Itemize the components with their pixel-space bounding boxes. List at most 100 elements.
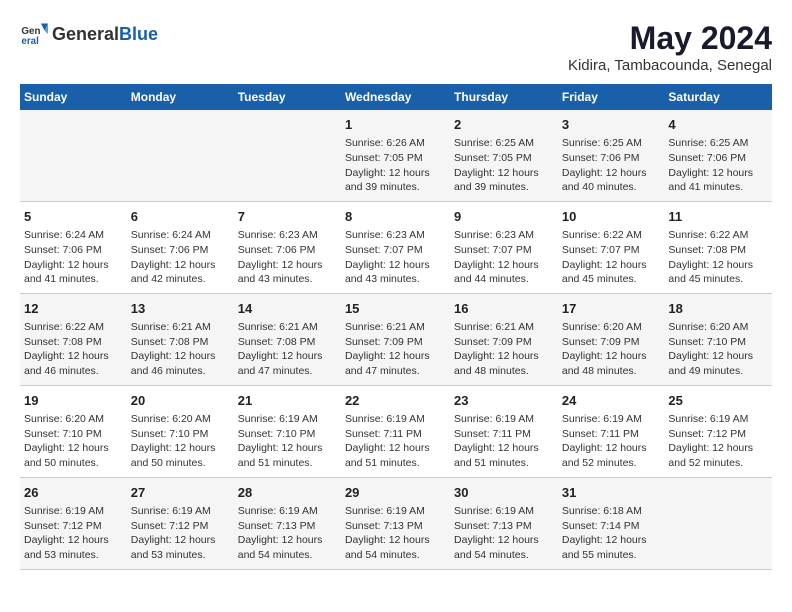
day-info-text: and 41 minutes. bbox=[24, 272, 123, 287]
day-info-text: Daylight: 12 hours bbox=[454, 349, 554, 364]
day-info-text: Sunrise: 6:20 AM bbox=[668, 320, 768, 335]
day-number: 20 bbox=[131, 392, 230, 410]
day-info-text: Sunrise: 6:23 AM bbox=[238, 228, 337, 243]
day-number: 19 bbox=[24, 392, 123, 410]
day-info-text: and 50 minutes. bbox=[24, 456, 123, 471]
day-info-text: Sunset: 7:13 PM bbox=[345, 519, 446, 534]
day-info-text: and 48 minutes. bbox=[454, 364, 554, 379]
day-info-text: Sunset: 7:07 PM bbox=[454, 243, 554, 258]
calendar-cell bbox=[20, 110, 127, 201]
day-info-text: Sunset: 7:09 PM bbox=[454, 335, 554, 350]
day-info-text: Sunrise: 6:19 AM bbox=[24, 504, 123, 519]
day-info-text: Daylight: 12 hours bbox=[562, 533, 661, 548]
day-info-text: Daylight: 12 hours bbox=[238, 441, 337, 456]
day-number: 17 bbox=[562, 300, 661, 318]
header-cell-saturday: Saturday bbox=[664, 84, 772, 110]
calendar-cell bbox=[664, 477, 772, 569]
day-info-text: and 54 minutes. bbox=[238, 548, 337, 563]
day-info-text: Sunset: 7:08 PM bbox=[668, 243, 768, 258]
day-info-text: Daylight: 12 hours bbox=[454, 533, 554, 548]
day-info-text: and 54 minutes. bbox=[345, 548, 446, 563]
day-info-text: Sunrise: 6:25 AM bbox=[562, 136, 661, 151]
logo-text-general: General bbox=[52, 24, 119, 44]
day-info-text: Sunrise: 6:20 AM bbox=[24, 412, 123, 427]
header-cell-thursday: Thursday bbox=[450, 84, 558, 110]
day-number: 12 bbox=[24, 300, 123, 318]
day-info-text: Sunrise: 6:22 AM bbox=[668, 228, 768, 243]
day-info-text: Sunset: 7:10 PM bbox=[238, 427, 337, 442]
day-number: 5 bbox=[24, 208, 123, 226]
day-info-text: Daylight: 12 hours bbox=[562, 166, 661, 181]
day-info-text: Sunrise: 6:20 AM bbox=[131, 412, 230, 427]
main-title: May 2024 bbox=[568, 20, 772, 57]
day-info-text: Sunrise: 6:19 AM bbox=[238, 504, 337, 519]
day-info-text: and 51 minutes. bbox=[454, 456, 554, 471]
day-number: 25 bbox=[668, 392, 768, 410]
calendar-cell: 9Sunrise: 6:23 AMSunset: 7:07 PMDaylight… bbox=[450, 201, 558, 293]
day-info-text: and 53 minutes. bbox=[24, 548, 123, 563]
day-info-text: Sunrise: 6:25 AM bbox=[668, 136, 768, 151]
calendar-cell: 16Sunrise: 6:21 AMSunset: 7:09 PMDayligh… bbox=[450, 293, 558, 385]
day-info-text: Sunset: 7:05 PM bbox=[454, 151, 554, 166]
day-info-text: Daylight: 12 hours bbox=[345, 258, 446, 273]
day-info-text: and 51 minutes. bbox=[238, 456, 337, 471]
day-info-text: Daylight: 12 hours bbox=[454, 166, 554, 181]
day-info-text: Sunrise: 6:19 AM bbox=[238, 412, 337, 427]
logo-text-blue: Blue bbox=[119, 24, 158, 44]
day-info-text: Sunrise: 6:23 AM bbox=[454, 228, 554, 243]
title-section: May 2024 Kidira, Tambacounda, Senegal bbox=[568, 20, 772, 74]
calendar-cell: 31Sunrise: 6:18 AMSunset: 7:14 PMDayligh… bbox=[558, 477, 665, 569]
day-info-text: and 50 minutes. bbox=[131, 456, 230, 471]
calendar-cell: 3Sunrise: 6:25 AMSunset: 7:06 PMDaylight… bbox=[558, 110, 665, 201]
day-number: 13 bbox=[131, 300, 230, 318]
day-info-text: Sunrise: 6:19 AM bbox=[345, 412, 446, 427]
day-info-text: Sunset: 7:06 PM bbox=[131, 243, 230, 258]
day-info-text: Sunset: 7:12 PM bbox=[24, 519, 123, 534]
day-number: 23 bbox=[454, 392, 554, 410]
calendar-cell: 13Sunrise: 6:21 AMSunset: 7:08 PMDayligh… bbox=[127, 293, 234, 385]
day-info-text: Daylight: 12 hours bbox=[345, 533, 446, 548]
day-info-text: Daylight: 12 hours bbox=[668, 166, 768, 181]
day-info-text: Daylight: 12 hours bbox=[131, 441, 230, 456]
day-info-text: Sunrise: 6:23 AM bbox=[345, 228, 446, 243]
day-info-text: Sunrise: 6:19 AM bbox=[454, 412, 554, 427]
day-info-text: Sunset: 7:11 PM bbox=[345, 427, 446, 442]
logo: Gen eral GeneralBlue bbox=[20, 20, 158, 48]
calendar-cell: 22Sunrise: 6:19 AMSunset: 7:11 PMDayligh… bbox=[341, 385, 450, 477]
day-number: 7 bbox=[238, 208, 337, 226]
day-info-text: and 44 minutes. bbox=[454, 272, 554, 287]
calendar-body: 1Sunrise: 6:26 AMSunset: 7:05 PMDaylight… bbox=[20, 110, 772, 569]
header-row: SundayMondayTuesdayWednesdayThursdayFrid… bbox=[20, 84, 772, 110]
day-info-text: Daylight: 12 hours bbox=[562, 349, 661, 364]
calendar-cell: 1Sunrise: 6:26 AMSunset: 7:05 PMDaylight… bbox=[341, 110, 450, 201]
calendar-cell: 21Sunrise: 6:19 AMSunset: 7:10 PMDayligh… bbox=[234, 385, 341, 477]
day-info-text: and 45 minutes. bbox=[668, 272, 768, 287]
day-number: 24 bbox=[562, 392, 661, 410]
day-number: 28 bbox=[238, 484, 337, 502]
day-info-text: Daylight: 12 hours bbox=[238, 349, 337, 364]
day-number: 16 bbox=[454, 300, 554, 318]
calendar-cell: 19Sunrise: 6:20 AMSunset: 7:10 PMDayligh… bbox=[20, 385, 127, 477]
day-number: 2 bbox=[454, 116, 554, 134]
day-info-text: and 51 minutes. bbox=[345, 456, 446, 471]
day-number: 14 bbox=[238, 300, 337, 318]
day-info-text: and 42 minutes. bbox=[131, 272, 230, 287]
day-number: 29 bbox=[345, 484, 446, 502]
day-info-text: and 53 minutes. bbox=[131, 548, 230, 563]
day-info-text: Sunset: 7:08 PM bbox=[238, 335, 337, 350]
day-number: 11 bbox=[668, 208, 768, 226]
day-info-text: Daylight: 12 hours bbox=[24, 258, 123, 273]
day-info-text: Sunrise: 6:20 AM bbox=[562, 320, 661, 335]
calendar-cell: 25Sunrise: 6:19 AMSunset: 7:12 PMDayligh… bbox=[664, 385, 772, 477]
day-info-text: Sunrise: 6:19 AM bbox=[345, 504, 446, 519]
day-number: 15 bbox=[345, 300, 446, 318]
calendar-cell: 24Sunrise: 6:19 AMSunset: 7:11 PMDayligh… bbox=[558, 385, 665, 477]
day-info-text: Daylight: 12 hours bbox=[238, 258, 337, 273]
calendar-cell: 2Sunrise: 6:25 AMSunset: 7:05 PMDaylight… bbox=[450, 110, 558, 201]
day-number: 26 bbox=[24, 484, 123, 502]
calendar-cell: 14Sunrise: 6:21 AMSunset: 7:08 PMDayligh… bbox=[234, 293, 341, 385]
day-info-text: Sunrise: 6:24 AM bbox=[24, 228, 123, 243]
day-info-text: Sunrise: 6:19 AM bbox=[668, 412, 768, 427]
calendar-cell: 30Sunrise: 6:19 AMSunset: 7:13 PMDayligh… bbox=[450, 477, 558, 569]
day-info-text: Sunrise: 6:24 AM bbox=[131, 228, 230, 243]
